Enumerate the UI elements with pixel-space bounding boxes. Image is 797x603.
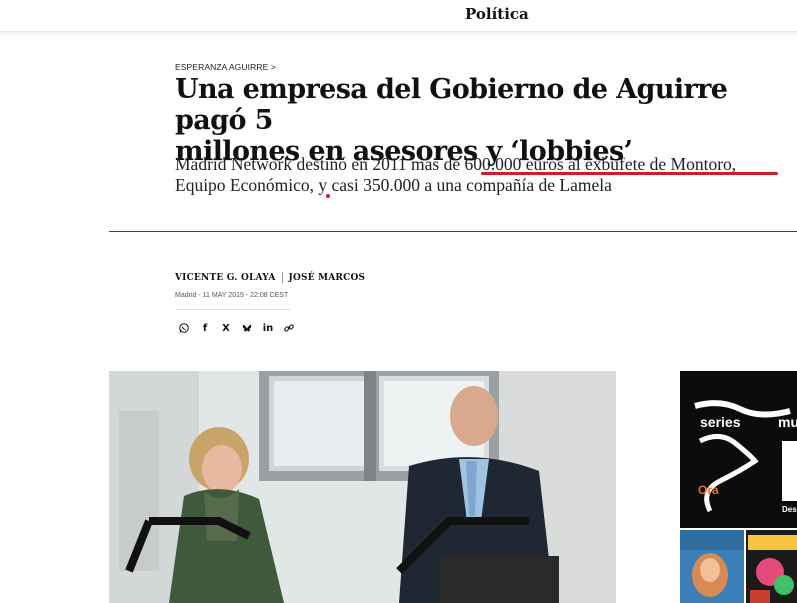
sidebar-ad[interactable]: series mu Ora Desc <box>680 371 797 528</box>
sidebar-ad-thumbnails[interactable] <box>680 530 797 603</box>
article-kicker[interactable]: ESPERANZA AGUIRRE > <box>175 62 276 72</box>
red-dot-annotation <box>326 194 330 198</box>
section-title[interactable]: Política <box>465 5 529 23</box>
author-link[interactable]: VICENTE G. OLAYA <box>175 273 276 283</box>
dateline: Madrid - 11 MAY 2015 - 22:08 CEST <box>175 292 289 299</box>
article-photo[interactable] <box>109 371 616 603</box>
whatsapp-icon[interactable] <box>175 319 193 337</box>
article-standfirst: Madrid Network destinó en 2011 más de 60… <box>175 154 795 196</box>
byline-separator <box>281 272 283 283</box>
share-bar: f X in <box>175 319 298 337</box>
linkedin-icon[interactable]: in <box>259 319 277 337</box>
ad-text: Ora <box>698 483 719 497</box>
ad-text: Desc <box>782 505 797 514</box>
section-divider <box>109 231 797 232</box>
standfirst-line-2: Equipo Económico, y casi 350.000 a una c… <box>175 175 612 195</box>
red-underline-annotation <box>481 172 778 175</box>
ad-text: series <box>700 414 741 430</box>
author-link[interactable]: JOSÉ MARCOS <box>289 273 366 283</box>
bluesky-icon[interactable] <box>238 319 256 337</box>
x-icon[interactable]: X <box>217 319 235 337</box>
link-icon[interactable] <box>280 319 298 337</box>
ad-text: mu <box>778 414 797 430</box>
facebook-icon[interactable]: f <box>196 319 214 337</box>
dateline-divider <box>175 309 290 310</box>
site-header: Política <box>0 0 797 32</box>
byline: VICENTE G. OLAYA JOSÉ MARCOS <box>175 272 365 283</box>
headline-line-1: Una empresa del Gobierno de Aguirre pagó… <box>175 74 728 136</box>
standfirst-line-1: Madrid Network destinó en 2011 más de 60… <box>175 154 737 174</box>
header-shadow <box>0 32 797 36</box>
